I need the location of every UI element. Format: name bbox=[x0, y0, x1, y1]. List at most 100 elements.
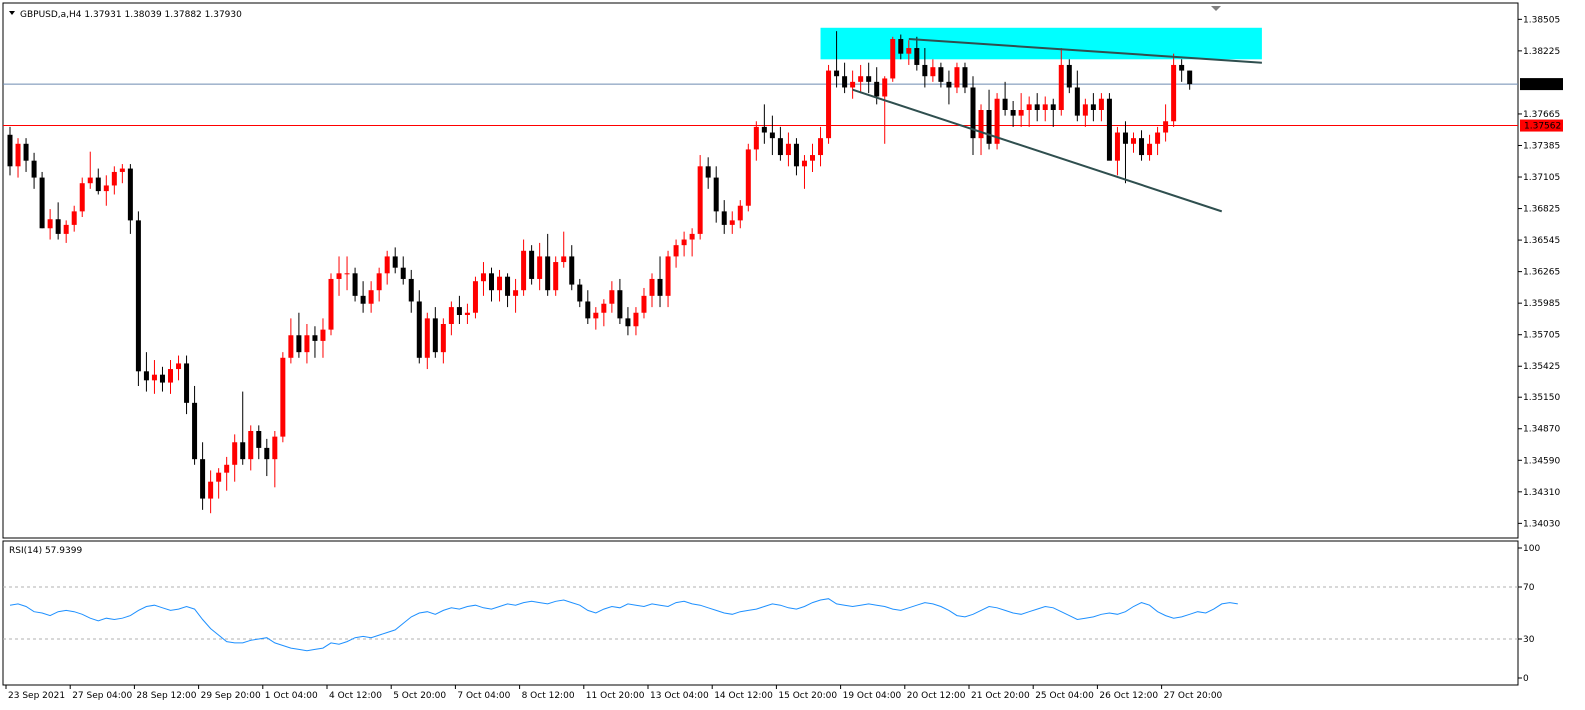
candle-body bbox=[898, 39, 904, 54]
candle-body bbox=[288, 335, 294, 358]
time-axis-tick-label: 23 Sep 2021 bbox=[8, 691, 65, 701]
candle-body bbox=[1082, 104, 1088, 116]
candle-body bbox=[601, 303, 607, 313]
rsi-pane[interactable] bbox=[2, 540, 1519, 686]
price-axis-tick-label: 1.34030 bbox=[1523, 519, 1560, 529]
candle-body bbox=[569, 256, 575, 285]
time-axis-tick-label: 8 Oct 12:00 bbox=[522, 691, 575, 701]
candle-body bbox=[521, 250, 527, 291]
candle-body bbox=[168, 369, 173, 383]
candle-body bbox=[111, 171, 117, 186]
rsi-axis-tick-label: 0 bbox=[1523, 674, 1529, 684]
candle-body bbox=[480, 273, 486, 282]
candle-body bbox=[874, 81, 880, 97]
candle-body bbox=[625, 318, 631, 327]
candle-body bbox=[1098, 98, 1104, 110]
candle-body bbox=[721, 211, 727, 225]
price-axis-tick-label: 1.35150 bbox=[1523, 393, 1560, 403]
candle-body bbox=[1058, 64, 1064, 110]
candle-body bbox=[938, 67, 944, 82]
rsi-header: RSI(14) 57.9399 bbox=[9, 546, 82, 556]
price-axis-tick-label: 1.35985 bbox=[1523, 299, 1560, 309]
candle-body bbox=[472, 281, 478, 313]
time-axis-tick-label: 14 Oct 12:00 bbox=[714, 691, 773, 701]
candle-body bbox=[785, 143, 791, 156]
candle-body bbox=[545, 256, 551, 291]
candle-body bbox=[424, 318, 430, 358]
candle-body bbox=[63, 224, 69, 234]
candle-body bbox=[79, 183, 85, 212]
candle-body bbox=[649, 278, 655, 296]
candle-body bbox=[489, 273, 494, 291]
candle-body bbox=[248, 431, 254, 460]
resistance-zone[interactable] bbox=[820, 27, 1262, 60]
candle-body bbox=[890, 39, 896, 79]
candle-body bbox=[553, 262, 559, 291]
candle-body bbox=[978, 110, 984, 139]
candle-body bbox=[400, 267, 406, 279]
candle-body bbox=[1050, 104, 1056, 110]
chart-root: 1.38505 1.38225 1.37665 1.37385 1.37105 1.368… bbox=[2, 2, 1563, 701]
candle-body bbox=[23, 143, 29, 161]
candle-body bbox=[801, 160, 807, 167]
candle-body bbox=[986, 110, 992, 144]
candle-body bbox=[810, 155, 815, 161]
time-axis-tick-label: 21 Oct 20:00 bbox=[971, 691, 1030, 701]
candle-body bbox=[232, 442, 238, 465]
candle-body bbox=[360, 295, 366, 304]
candle-body bbox=[31, 160, 37, 178]
time-axis-tick-label: 13 Oct 04:00 bbox=[650, 691, 709, 701]
candle-body bbox=[505, 276, 511, 296]
symbol-header: GBPUSD,a,H4 1.37931 1.38039 1.37882 1.37… bbox=[20, 10, 242, 20]
candle-body bbox=[914, 48, 920, 65]
candle-body bbox=[641, 295, 647, 313]
candle-body bbox=[922, 64, 928, 77]
candle-body bbox=[665, 256, 671, 296]
candle-body bbox=[208, 481, 214, 499]
candle-body bbox=[882, 78, 888, 97]
time-axis-tick-label: 5 Oct 20:00 bbox=[393, 691, 446, 701]
candle-body bbox=[745, 149, 751, 206]
candle-body bbox=[1187, 70, 1193, 85]
candle-body bbox=[1163, 121, 1169, 133]
candle-body bbox=[1106, 98, 1112, 161]
candle-body bbox=[272, 436, 278, 460]
candle-body bbox=[705, 166, 711, 178]
price-axis-tick-label: 1.34310 bbox=[1523, 488, 1560, 498]
price-axis-tick-label: 1.38225 bbox=[1523, 47, 1560, 57]
candle-body bbox=[697, 166, 703, 234]
candle-body bbox=[151, 374, 157, 381]
candle-body bbox=[673, 245, 679, 257]
candle-body bbox=[408, 278, 414, 302]
price-axis: 1.38505 1.38225 1.37665 1.37385 1.37105 1.368… bbox=[1518, 15, 1563, 529]
candle-body bbox=[850, 81, 856, 88]
support-price-tag-label: 1.37562 bbox=[1524, 122, 1561, 132]
candle-body bbox=[609, 290, 615, 304]
candle-body bbox=[617, 290, 623, 319]
time-axis-tick-label: 28 Sep 12:00 bbox=[136, 691, 196, 701]
price-axis-tick-label: 1.35705 bbox=[1523, 331, 1560, 341]
candle-body bbox=[1010, 110, 1016, 116]
candle-body bbox=[176, 363, 182, 370]
candle-body bbox=[200, 459, 206, 499]
time-axis: 23 Sep 2021 27 Sep 04:00 28 Sep 12:00 29 Se… bbox=[5, 685, 1223, 701]
candle-body bbox=[336, 273, 342, 279]
candle-body bbox=[826, 70, 832, 139]
rsi-axis: 100 70 30 0 bbox=[1518, 544, 1540, 684]
price-axis-tick-label: 1.36265 bbox=[1523, 268, 1560, 278]
time-axis-tick-label: 15 Oct 20:00 bbox=[778, 691, 837, 701]
candle-body bbox=[456, 307, 462, 315]
time-axis-tick-label: 25 Oct 04:00 bbox=[1035, 691, 1094, 701]
candle-body bbox=[119, 168, 125, 172]
candle-body bbox=[448, 307, 454, 324]
candle-body bbox=[593, 312, 599, 319]
candle-body bbox=[392, 256, 398, 268]
price-axis-tick-label: 1.35425 bbox=[1523, 362, 1560, 372]
time-axis-tick-label: 20 Oct 12:00 bbox=[907, 691, 966, 701]
rsi-axis-tick-label: 30 bbox=[1523, 635, 1535, 645]
candle-body bbox=[930, 67, 936, 77]
time-axis-tick-label: 27 Sep 04:00 bbox=[72, 691, 132, 701]
price-pane[interactable] bbox=[2, 2, 1519, 539]
time-axis-tick-label: 29 Sep 20:00 bbox=[201, 691, 261, 701]
price-axis-tick-label: 1.38505 bbox=[1523, 15, 1560, 25]
